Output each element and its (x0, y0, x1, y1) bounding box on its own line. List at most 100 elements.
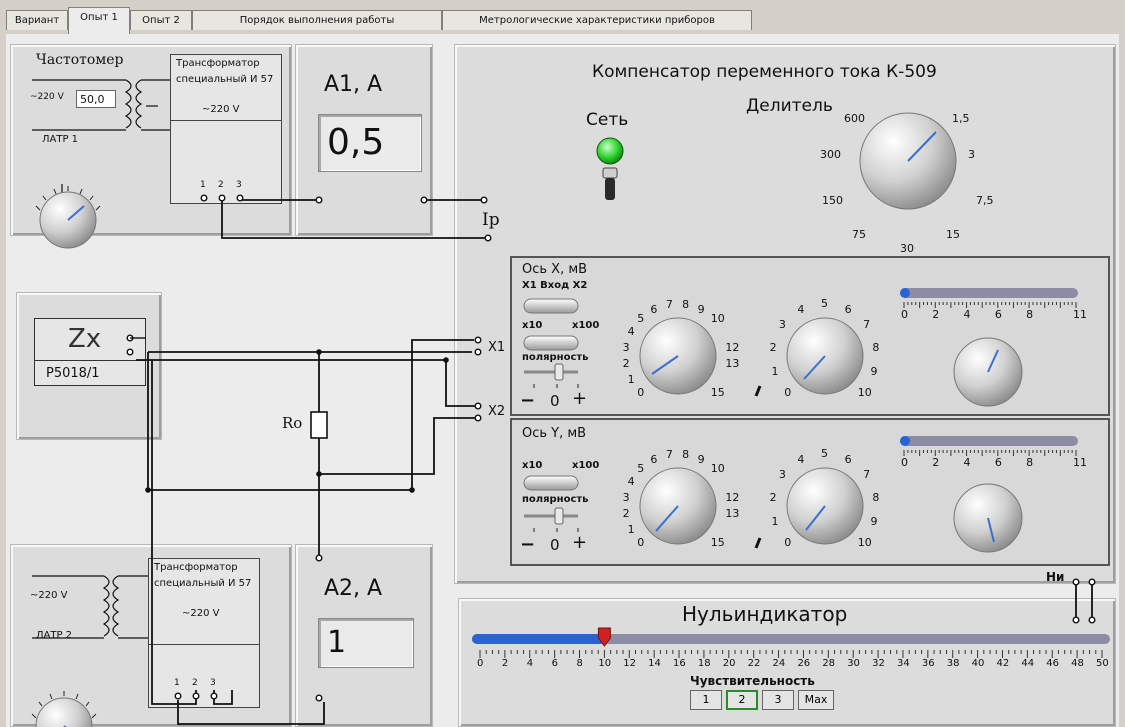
sensitivity-button-2[interactable]: 2 (726, 690, 758, 710)
tab-bar: Вариант Опыт 1 Опыт 2 Порядок выполнения… (0, 0, 1125, 34)
divider-knob[interactable] (859, 112, 957, 210)
null-scale-tick-26: 26 (797, 658, 811, 669)
axis-y-mid-knob[interactable] (786, 467, 864, 545)
axis-x-slider-tick-2: 2 (932, 308, 940, 321)
divider-label: Делитель (746, 96, 833, 116)
null-scale-tick-24: 24 (772, 658, 786, 669)
null-indicator-ticks (479, 650, 1103, 658)
sensitivity-button-3[interactable]: 3 (762, 690, 794, 710)
tab-experiment-2[interactable]: Опыт 2 (130, 10, 192, 30)
axis-x-big-dial-tick-2: 2 (622, 357, 630, 371)
t2-terminal-2: 2 (192, 678, 198, 688)
axis-y-mid-dial-tick-1: 1 (771, 515, 779, 529)
divider-tick-1-5: 1,5 (952, 112, 970, 125)
divider-tick-75: 75 (852, 228, 866, 241)
axis-x-mid-dial-tick-10: 10 (857, 385, 872, 399)
axis-y-big-dial-tick-10: 10 (710, 462, 725, 476)
axis-x-pol-zero: 0 (550, 392, 560, 410)
ammeter2-title: A2, A (324, 576, 383, 601)
null-scale-tick-2: 2 (501, 658, 509, 669)
circuit-terminals (126, 194, 1096, 702)
freq-voltage-label: ~220 V (30, 92, 64, 102)
null-scale-tick-10: 10 (598, 658, 612, 669)
null-indicator-title: Нульиндикатор (682, 602, 848, 626)
axis-x-multiplier-switch[interactable] (523, 335, 579, 351)
axis-x-pol-plus: + (572, 388, 588, 409)
axis-x-slider-tick-4: 4 (963, 308, 971, 321)
null-scale-tick-6: 6 (551, 658, 558, 669)
axis-x-big-dial-tick-4: 4 (627, 325, 635, 339)
axis-x-input-switch[interactable] (523, 298, 579, 314)
divider-tick-30: 30 (900, 242, 914, 255)
axis-y-mid-dial-tick-4: 4 (797, 452, 805, 466)
axis-x-mid-dial-tick-6: 6 (844, 302, 852, 316)
axis-x-mid-dial-tick-0: 0 (784, 385, 792, 399)
axis-x-fine-knob[interactable] (953, 337, 1023, 407)
latr2-voltage-label: ~220 V (30, 590, 68, 601)
axis-x-big-dial-tick-13: 13 (725, 357, 740, 371)
sensitivity-button-max[interactable]: Max (798, 690, 834, 710)
tab-experiment-1[interactable]: Опыт 1 (68, 7, 130, 34)
axis-y-big-dial-tick-8: 8 (682, 447, 690, 461)
axis-y-big-dial-tick-3: 3 (622, 490, 630, 504)
axis-y-fine-knob[interactable] (953, 483, 1023, 553)
axis-x-big-dial-tick-9: 9 (697, 302, 705, 316)
axis-y-slider-tick-4: 4 (963, 456, 971, 469)
axis-x-mid-dial-tick-2: 2 (769, 340, 777, 354)
null-scale-tick-50: 50 (1096, 658, 1109, 669)
null-scale-tick-32: 32 (872, 658, 885, 669)
axis-y-level-bar[interactable] (900, 436, 1078, 446)
transformer1-name: Трансформатор (176, 58, 260, 69)
null-scale-tick-34: 34 (896, 658, 910, 669)
axis-x-scale-ticks (903, 302, 1077, 308)
null-scale-tick-28: 28 (822, 658, 836, 669)
axis-y-multiplier-switch[interactable] (523, 475, 579, 491)
t2-terminal-3: 3 (210, 678, 216, 688)
axis-x-big-dial-tick-12: 12 (725, 340, 740, 354)
axis-x-mid-dial-tick-8: 8 (872, 340, 880, 354)
null-scale-tick-46: 46 (1046, 658, 1059, 669)
axis-y-mid-dial-tick-3: 3 (778, 468, 786, 482)
null-scale-tick-20: 20 (722, 658, 736, 669)
null-scale-tick-14: 14 (648, 658, 661, 669)
ammeter2-display: 1 (318, 618, 414, 668)
ammeter1-title: A1, A (324, 72, 383, 97)
power-led (596, 137, 624, 165)
axis-x-level-bar[interactable] (900, 288, 1078, 298)
axis-y-mult1: x10 (522, 460, 543, 471)
axis-y-pol-minus: − (520, 534, 536, 555)
axis-x-mid-knob[interactable] (786, 317, 864, 395)
axis-y-big-dial-tick-1: 1 (627, 522, 635, 536)
axis-y-big-dial-tick-4: 4 (627, 475, 635, 489)
latr1-knob[interactable] (35, 186, 101, 249)
divider-tick-3: 3 (968, 148, 975, 161)
null-scale-tick-44: 44 (1021, 658, 1035, 669)
null-scale-tick-0: 0 (477, 658, 484, 669)
tab-procedure[interactable]: Порядок выполнения работы (192, 10, 442, 30)
power-switch[interactable] (602, 167, 618, 200)
axis-y-pol-zero: 0 (550, 536, 560, 554)
ammeter1-display: 0,5 (318, 114, 422, 172)
axis-y-polarity-slider[interactable] (524, 507, 579, 532)
axis-x-slider-tick-11: 11 (1073, 308, 1087, 321)
zx-symbol: Zx (68, 324, 102, 354)
tab-metrology[interactable]: Метрологические характеристики приборов (442, 10, 752, 30)
axis-y-big-dial-tick-7: 7 (665, 447, 673, 461)
power-label: Сеть (586, 110, 629, 130)
null-scale-tick-40: 40 (971, 658, 985, 669)
axis-y-big-knob[interactable] (639, 467, 717, 545)
axis-x-title: Ось X, мВ (522, 262, 588, 277)
sensitivity-button-1[interactable]: 1 (690, 690, 722, 710)
axis-x-input-label: X1 Вход X2 (522, 280, 588, 291)
tab-variant[interactable]: Вариант (6, 10, 68, 30)
divider-tick-300: 300 (820, 148, 841, 161)
latr1-label: ЛАТР 1 (42, 134, 79, 145)
axis-x-polarity-slider[interactable] (524, 363, 579, 388)
null-indicator-bar[interactable] (472, 627, 1110, 647)
latr2-knob[interactable] (31, 691, 97, 727)
axis-x-big-knob[interactable] (639, 317, 717, 395)
zx-model: Р5018/1 (46, 366, 100, 381)
axis-x-mid-dial-tick-5: 5 (821, 297, 828, 310)
null-scale-tick-12: 12 (623, 658, 636, 669)
transformer1-voltage: ~220 V (202, 104, 240, 115)
